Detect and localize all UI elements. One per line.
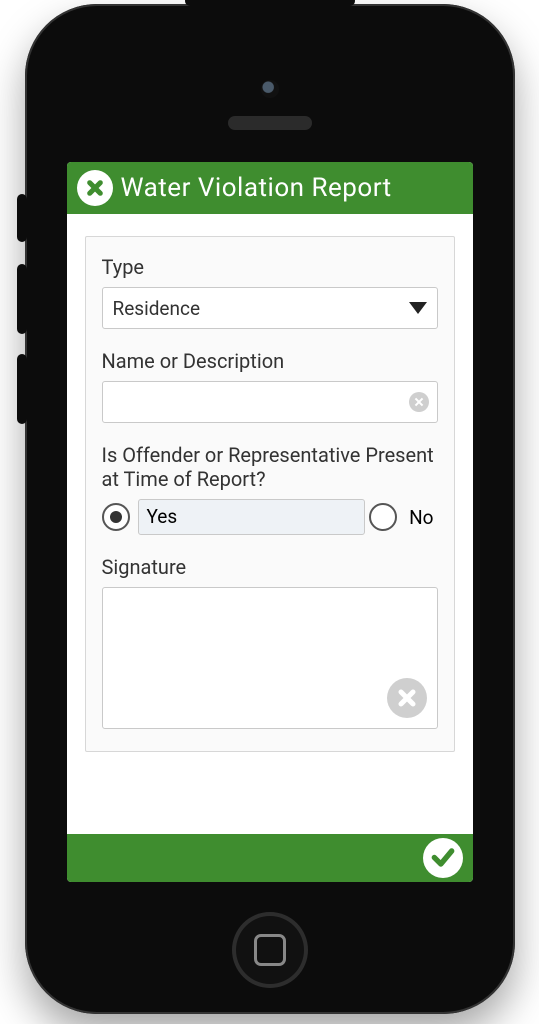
presence-option-yes[interactable]: Yes: [102, 499, 366, 535]
clear-signature-button[interactable]: [387, 678, 427, 718]
phone-top-button: [185, 0, 355, 6]
field-type: Type Residence: [102, 255, 438, 329]
type-select[interactable]: Residence: [102, 287, 438, 329]
radio-checked-icon: [102, 503, 130, 531]
phone-side-button: [17, 264, 27, 334]
submit-button[interactable]: [423, 838, 463, 878]
presence-radio-group: Yes No: [102, 499, 438, 535]
presence-label: Is Offender or Representative Present at…: [102, 443, 438, 491]
type-selected-value: Residence: [113, 297, 201, 320]
name-input[interactable]: [102, 381, 438, 423]
chevron-down-icon: [409, 302, 427, 314]
page-title: Water Violation Report: [121, 173, 419, 203]
field-name: Name or Description: [102, 349, 438, 423]
menu-button[interactable]: [427, 173, 463, 203]
clear-input-icon[interactable]: [409, 392, 429, 412]
form-card: Type Residence Name or Description: [85, 236, 455, 752]
presence-no-label: No: [405, 506, 437, 529]
phone-home-button[interactable]: [232, 912, 308, 988]
app-footer: [67, 834, 473, 882]
app-screen: Water Violation Report Type Residence: [67, 162, 473, 882]
check-icon: [430, 844, 456, 870]
field-signature: Signature: [102, 555, 438, 729]
app-header: Water Violation Report: [67, 162, 473, 214]
phone-side-button: [17, 354, 27, 424]
form-area: Type Residence Name or Description: [67, 214, 473, 834]
phone-side-button: [17, 194, 27, 242]
phone-frame: Water Violation Report Type Residence: [25, 4, 515, 1014]
type-label: Type: [102, 255, 438, 279]
close-button[interactable]: [77, 170, 113, 206]
name-label: Name or Description: [102, 349, 438, 373]
presence-option-no[interactable]: No: [369, 503, 437, 531]
phone-earpiece: [228, 116, 312, 130]
field-presence: Is Offender or Representative Present at…: [102, 443, 438, 535]
home-icon: [254, 934, 286, 966]
phone-camera: [261, 80, 279, 98]
presence-yes-label: Yes: [138, 499, 366, 535]
signature-label: Signature: [102, 555, 438, 579]
radio-unchecked-icon: [369, 503, 397, 531]
signature-pad[interactable]: [102, 587, 438, 729]
